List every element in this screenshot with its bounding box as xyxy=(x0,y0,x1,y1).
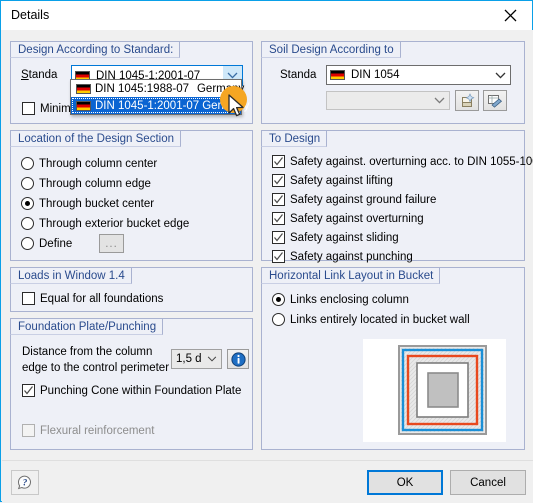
group-design-section: Location of the Design Section Through c… xyxy=(10,130,253,261)
radio-label: Links enclosing column xyxy=(290,293,409,306)
ok-button[interactable]: OK xyxy=(367,470,443,495)
design-standard-dropdown-list[interactable]: DIN 1045:1988-07 Germany DIN 1045-1:2001… xyxy=(70,79,250,115)
distance-label-line1: Distance from the column xyxy=(22,346,153,358)
arrow-cursor xyxy=(228,94,244,117)
soil-standard-field-label: Standa xyxy=(280,69,317,81)
details-dialog: Details Design According to Standard: SS… xyxy=(0,0,533,503)
close-icon[interactable] xyxy=(488,1,532,29)
distance-label-line2: edge to the control perimeter xyxy=(22,362,170,374)
checkbox-safety-ground-failure[interactable]: Safety against ground failure xyxy=(272,193,436,206)
checkbox-box xyxy=(272,174,285,187)
checkbox-label: Safety against. overturning acc. to DIN … xyxy=(290,155,533,168)
bucket-link-layout-diagram xyxy=(363,339,506,442)
checkbox-box xyxy=(272,212,285,225)
radio-label: Through column edge xyxy=(39,177,151,190)
group-link-layout: Horizontal Link Layout in Bucket Links e… xyxy=(261,267,525,450)
radio-dot xyxy=(21,217,34,230)
soil-secondary-combo[interactable] xyxy=(326,91,450,110)
group-link-layout-title: Horizontal Link Layout in Bucket xyxy=(261,267,441,284)
option-label: DIN 1045:1988-07 xyxy=(95,82,189,95)
chevron-down-icon[interactable] xyxy=(202,350,221,368)
checkbox-safety-sliding[interactable]: Safety against sliding xyxy=(272,231,399,244)
checkbox-box xyxy=(272,155,285,168)
radio-links-enclosing-column[interactable]: Links enclosing column xyxy=(272,293,409,306)
checkbox-safety-overturning-din[interactable]: Safety against. overturning acc. to DIN … xyxy=(272,155,533,168)
group-foundation-plate: Foundation Plate/Punching Distance from … xyxy=(10,318,253,450)
checkbox-safety-overturning[interactable]: Safety against overturning xyxy=(272,212,424,225)
checkbox-box xyxy=(22,384,35,397)
checkbox-label: Safety against overturning xyxy=(290,212,424,225)
soil-standard-value: DIN 1054 xyxy=(351,69,400,81)
checkbox-punching-cone[interactable]: Punching Cone within Foundation Plate xyxy=(22,384,241,397)
group-foundation-plate-title: Foundation Plate/Punching xyxy=(10,318,164,335)
checkbox-flexural-reinforcement[interactable]: Flexural reinforcement xyxy=(22,424,154,437)
radio-label: Through column center xyxy=(39,157,158,170)
radio-links-in-bucket-wall[interactable]: Links entirely located in bucket wall xyxy=(272,313,470,326)
radio-label: Define xyxy=(39,237,73,250)
germany-flag-icon xyxy=(76,83,91,94)
radio-label: Through exterior bucket edge xyxy=(39,217,190,230)
standard-field-label: SStandatanda xyxy=(21,69,58,81)
group-design-section-title: Location of the Design Section xyxy=(10,130,181,147)
checkbox-box xyxy=(272,250,285,263)
list-item[interactable]: DIN 1045:1988-07 Germany xyxy=(71,80,244,97)
radio-define[interactable]: Define xyxy=(21,237,72,250)
info-icon[interactable] xyxy=(227,349,249,369)
radio-dot xyxy=(21,157,34,170)
checkbox-safety-lifting[interactable]: Safety against lifting xyxy=(272,174,393,187)
checkbox-label: Safety against ground failure xyxy=(290,193,437,206)
germany-flag-icon xyxy=(76,100,91,111)
svg-text:?: ? xyxy=(23,477,28,487)
checkbox-box xyxy=(272,193,285,206)
edit-table-icon[interactable] xyxy=(483,90,507,111)
group-soil-design-title: Soil Design According to xyxy=(261,41,401,58)
radio-label: Through bucket center xyxy=(39,197,155,210)
radio-dot xyxy=(272,313,285,326)
new-document-icon[interactable] xyxy=(455,90,479,111)
dialog-footer: ? OK Cancel xyxy=(2,460,533,503)
checkbox-safety-punching[interactable]: Safety against punching xyxy=(272,250,413,263)
control-perimeter-distance-combo[interactable]: 1,5 d xyxy=(171,349,222,369)
soil-standard-combo[interactable]: DIN 1054 xyxy=(326,65,511,85)
checkbox-box xyxy=(272,231,285,244)
chevron-down-icon[interactable] xyxy=(491,66,510,84)
radio-through-column-center[interactable]: Through column center xyxy=(21,157,157,170)
checkbox-box xyxy=(22,424,35,437)
define-browse-button[interactable]: ... xyxy=(99,234,124,253)
control-perimeter-distance-value: 1,5 d xyxy=(176,353,202,365)
chevron-down-icon[interactable] xyxy=(430,92,449,109)
radio-through-column-edge[interactable]: Through column edge xyxy=(21,177,151,190)
radio-label: Links entirely located in bucket wall xyxy=(290,313,470,326)
title-bar: Details xyxy=(1,1,532,30)
radio-through-exterior-bucket-edge[interactable]: Through exterior bucket edge xyxy=(21,217,189,230)
radio-through-bucket-center[interactable]: Through bucket center xyxy=(21,197,154,210)
group-design-standard-title: Design According to Standard: xyxy=(10,41,181,58)
checkbox-label: Punching Cone within Foundation Plate xyxy=(40,384,242,397)
checkbox-box xyxy=(22,102,35,115)
group-to-design-title: To Design xyxy=(261,130,328,147)
radio-dot xyxy=(272,293,285,306)
checkbox-label: Safety against punching xyxy=(290,250,413,263)
group-loads-window-title: Loads in Window 1.4 xyxy=(10,267,132,284)
radio-dot xyxy=(21,197,34,210)
checkbox-label: Safety against lifting xyxy=(290,174,393,187)
option-label: DIN 1045-1:2001-07 xyxy=(95,99,200,112)
group-soil-design: Soil Design According to Standa DIN 1054 xyxy=(261,41,525,124)
checkbox-box xyxy=(22,292,35,305)
cancel-button[interactable]: Cancel xyxy=(450,470,526,495)
germany-flag-icon xyxy=(330,70,345,80)
radio-dot xyxy=(21,237,34,250)
help-icon[interactable]: ? xyxy=(11,470,39,495)
dialog-body: Design According to Standard: SStandatan… xyxy=(2,30,533,460)
list-item[interactable]: DIN 1045-1:2001-07 Germany xyxy=(71,97,250,114)
radio-dot xyxy=(21,177,34,190)
checkbox-label: Flexural reinforcement xyxy=(40,424,155,437)
checkbox-label: Safety against sliding xyxy=(290,231,399,244)
group-to-design: To Design Safety against. overturning ac… xyxy=(261,130,533,263)
window-title: Details xyxy=(11,8,50,22)
checkbox-equal-all-foundations[interactable]: Equal for all foundations xyxy=(22,292,163,305)
group-loads-window: Loads in Window 1.4 Equal for all founda… xyxy=(10,267,253,312)
checkbox-label: Equal for all foundations xyxy=(40,292,164,305)
